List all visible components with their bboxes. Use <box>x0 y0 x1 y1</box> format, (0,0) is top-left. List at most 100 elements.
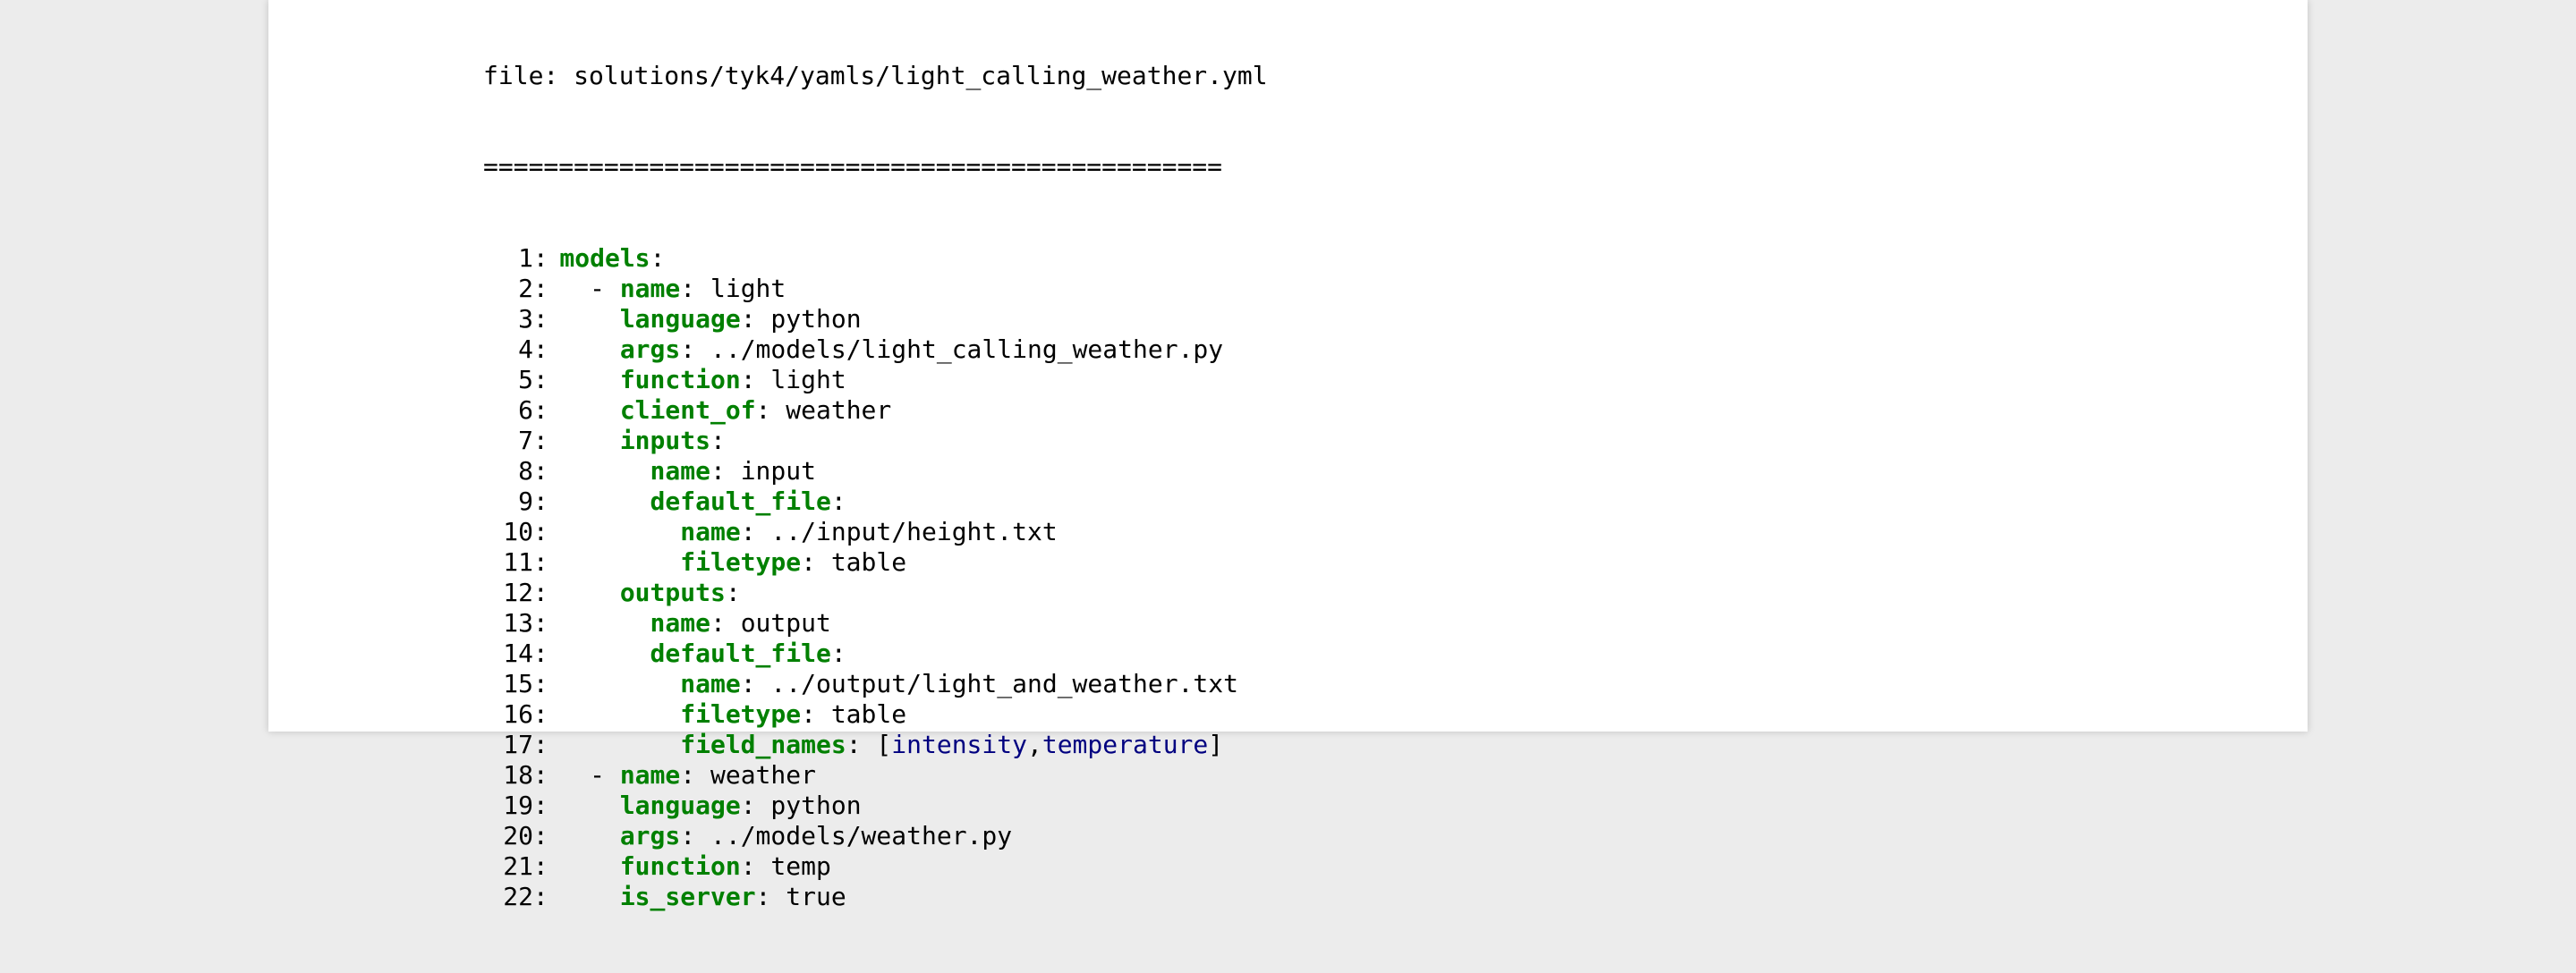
line-number: 11: <box>503 547 548 577</box>
key-separator: : <box>846 730 877 759</box>
key-separator: : <box>740 365 771 394</box>
key-separator: : <box>680 274 710 303</box>
key-separator: : <box>680 334 710 364</box>
yaml-value: ../models/weather.py <box>710 821 1013 850</box>
header-separator: ========================================… <box>483 152 1223 182</box>
yaml-value: light <box>710 274 786 303</box>
yaml-key: args <box>619 821 681 850</box>
code-line: 12: outputs: <box>483 578 1268 608</box>
line-number: 7: <box>518 426 548 455</box>
yaml-value: weather <box>786 395 892 425</box>
key-separator: : <box>710 456 741 486</box>
code-line: 18: - name: weather <box>483 760 1268 791</box>
yaml-key: name <box>619 274 681 303</box>
yaml-value: python <box>770 791 862 820</box>
key-separator: : <box>830 639 846 668</box>
yaml-value: python <box>770 304 862 334</box>
code-line: 20: args: ../models/weather.py <box>483 821 1268 851</box>
code-line: 5: function: light <box>483 365 1268 395</box>
key-separator: : <box>680 821 710 850</box>
code-line: 10: name: ../input/height.txt <box>483 517 1268 547</box>
key-separator: : <box>725 578 741 607</box>
code-line: 2: - name: light <box>483 274 1268 304</box>
code-listing: file: solutions/tyk4/yamls/light_calling… <box>483 0 1268 973</box>
line-number: 17: <box>503 730 548 759</box>
key-separator: : <box>710 608 741 638</box>
line-number: 15: <box>503 669 548 698</box>
code-line: 11: filetype: table <box>483 547 1268 578</box>
file-header: file: solutions/tyk4/yamls/light_calling… <box>483 61 1268 90</box>
line-number: 22: <box>503 882 548 911</box>
yaml-key: models <box>559 243 650 273</box>
code-line: 8: name: input <box>483 456 1268 486</box>
yaml-key: default_file <box>650 639 831 668</box>
key-separator: : <box>755 882 786 911</box>
line-number: 4: <box>518 334 548 364</box>
yaml-key: name <box>680 669 741 698</box>
line-number: 19: <box>503 791 548 820</box>
line-number: 1: <box>518 243 548 273</box>
yaml-code-lines: 1: models: 2: - name: light 3: language: py… <box>483 243 1268 912</box>
yaml-key: filetype <box>680 547 802 577</box>
list-comma: , <box>1026 730 1042 759</box>
code-line: 15: name: ../output/light_and_weather.tx… <box>483 669 1268 699</box>
yaml-key: language <box>619 304 741 334</box>
yaml-value: weather <box>710 760 816 790</box>
code-line: 17: field_names: [intensity,temperature] <box>483 730 1268 760</box>
yaml-key: client_of <box>619 395 756 425</box>
line-number: 21: <box>503 851 548 881</box>
yaml-value: temp <box>770 851 831 881</box>
code-line: 7: inputs: <box>483 426 1268 456</box>
document-page: file: solutions/tyk4/yamls/light_calling… <box>268 0 2308 911</box>
key-separator: : <box>740 851 771 881</box>
yaml-key: args <box>619 334 681 364</box>
yaml-value: table <box>830 547 907 577</box>
line-number: 5: <box>518 365 548 394</box>
yaml-key: is_server <box>619 882 756 911</box>
list-close-bracket: ] <box>1208 730 1224 759</box>
line-number: 9: <box>518 486 548 516</box>
yaml-key: function <box>619 851 741 881</box>
yaml-value: table <box>830 699 907 729</box>
yaml-key: name <box>650 456 710 486</box>
yaml-key: name <box>680 517 741 546</box>
line-number: 2: <box>518 274 548 303</box>
line-number: 18: <box>503 760 548 790</box>
code-line: 16: filetype: table <box>483 699 1268 730</box>
yaml-key: name <box>619 760 681 790</box>
yaml-value: input <box>740 456 816 486</box>
code-line: 9: default_file: <box>483 486 1268 517</box>
yaml-key: default_file <box>650 486 831 516</box>
line-number: 14: <box>503 639 548 668</box>
key-separator: : <box>830 486 846 516</box>
code-line: 19: language: python <box>483 791 1268 821</box>
line-number: 10: <box>503 517 548 546</box>
line-number: 20: <box>503 821 548 850</box>
yaml-key: outputs <box>619 578 726 607</box>
key-separator: : <box>740 791 771 820</box>
code-line: 14: default_file: <box>483 639 1268 669</box>
yaml-value: ../models/light_calling_weather.py <box>710 334 1224 364</box>
key-separator: : <box>710 426 726 455</box>
line-number: 13: <box>503 608 548 638</box>
list-open-bracket: [ <box>876 730 892 759</box>
yaml-key: inputs <box>619 426 710 455</box>
key-separator: : <box>801 699 831 729</box>
yaml-key: name <box>650 608 710 638</box>
key-separator: : <box>801 547 831 577</box>
key-separator: : <box>650 243 666 273</box>
